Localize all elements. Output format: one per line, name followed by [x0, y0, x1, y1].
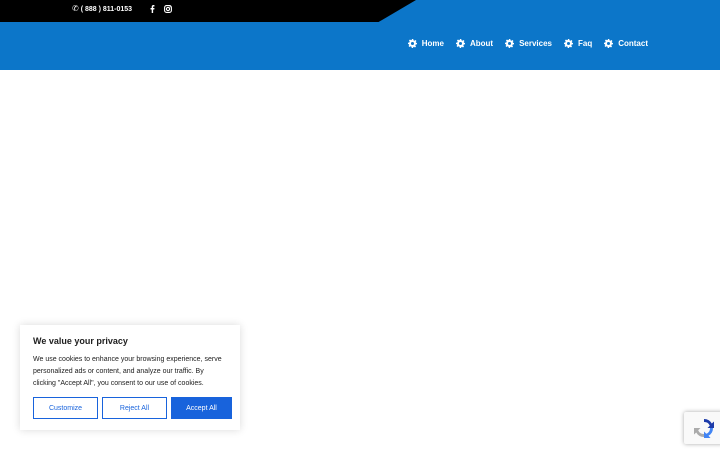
recaptcha-badge[interactable]	[684, 412, 720, 444]
nav-item-faq[interactable]: Faq	[563, 38, 593, 48]
customize-button[interactable]: Customize	[33, 397, 98, 419]
nav-item-services[interactable]: Services	[505, 38, 552, 48]
cookie-consent-banner: We value your privacy We use cookies to …	[20, 325, 240, 430]
accept-all-button[interactable]: Accept All	[171, 397, 232, 419]
gear-icon	[563, 38, 573, 48]
phone-number: ( 888 ) 811-0153	[80, 5, 133, 13]
gear-icon	[407, 38, 417, 48]
top-bar-content: ✆ ( 888 ) 811-0153	[72, 0, 173, 18]
nav-label: Contact	[618, 38, 648, 48]
recaptcha-icon	[694, 419, 714, 438]
site-header: Home About Services Faq Contact	[0, 22, 720, 70]
nav-item-home[interactable]: Home	[407, 38, 444, 48]
cookie-title: We value your privacy	[33, 336, 128, 346]
phone-link[interactable]: ✆ ( 888 ) 811-0153	[72, 5, 132, 13]
reject-all-button[interactable]: Reject All	[102, 397, 167, 419]
phone-icon: ✆	[72, 4, 79, 13]
gear-icon	[455, 38, 465, 48]
cookie-buttons: Customize Reject All Accept All	[33, 397, 232, 419]
top-bar-dark-section	[0, 0, 416, 22]
nav-label: Services	[519, 38, 552, 48]
nav-label: Faq	[577, 38, 593, 48]
nav-label: Home	[421, 38, 444, 48]
gear-icon	[604, 38, 614, 48]
social-links	[148, 5, 173, 13]
cookie-description: We use cookies to enhance your browsing …	[33, 356, 222, 387]
facebook-icon[interactable]	[148, 5, 156, 13]
gear-icon	[505, 38, 515, 48]
nav-label: About	[469, 38, 494, 48]
nav-item-about[interactable]: About	[455, 38, 494, 48]
top-bar: ✆ ( 888 ) 811-0153	[0, 0, 720, 22]
instagram-icon[interactable]	[164, 5, 173, 13]
nav-item-contact[interactable]: Contact	[604, 38, 648, 48]
main-nav: Home About Services Faq Contact	[407, 22, 648, 64]
